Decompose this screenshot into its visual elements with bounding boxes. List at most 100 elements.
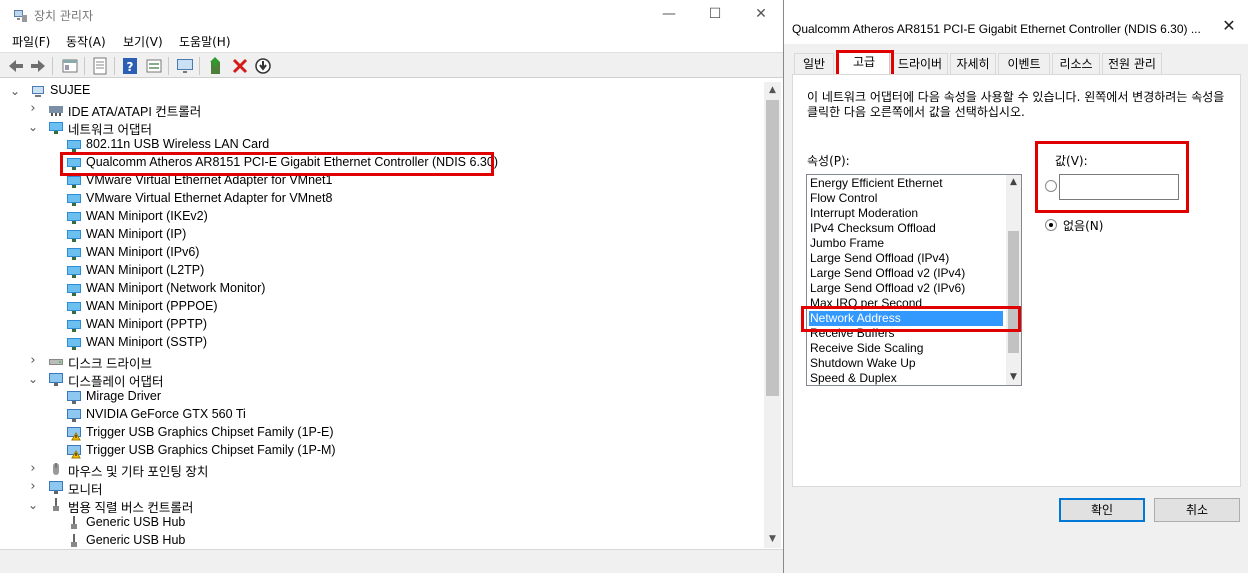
tree-item[interactable]: WAN Miniport (L2TP): [4, 262, 763, 280]
none-radio[interactable]: [1045, 219, 1057, 231]
tree-item[interactable]: WAN Miniport (IP): [4, 226, 763, 244]
property-item[interactable]: Large Send Offload (IPv4): [809, 251, 1003, 266]
dialog-close-button[interactable]: ✕: [1214, 14, 1244, 38]
title-bar[interactable]: 장치 관리자 — ☐ ✕: [0, 0, 784, 30]
tree-item[interactable]: › 마우스 및 기타 포인팅 장치: [4, 460, 763, 480]
tree-item-label: WAN Miniport (L2TP): [86, 263, 205, 277]
property-scrollbar[interactable]: ▲ ▼: [1006, 175, 1021, 385]
expand-chevron-icon[interactable]: ›: [28, 480, 38, 494]
none-label[interactable]: 없음(N): [1063, 217, 1103, 234]
property-listbox[interactable]: Energy Efficient Ethernet Flow Control Int…: [806, 174, 1022, 386]
back-icon[interactable]: [6, 56, 26, 76]
tab-resources[interactable]: 리소스: [1052, 53, 1100, 75]
device-tree[interactable]: ⌄ SUJEE › IDE ATA/ATAPI 컨트롤러 ⌄ 네트워크 어댑터 802.11…: [4, 82, 763, 548]
ok-button[interactable]: 확인: [1059, 498, 1145, 522]
tab-driver[interactable]: 드라이버: [892, 53, 948, 75]
help-icon[interactable]: ?: [120, 56, 140, 76]
property-item[interactable]: Receive Side Scaling: [809, 341, 1003, 356]
property-item[interactable]: Network Address: [809, 311, 1003, 326]
value-input[interactable]: [1059, 174, 1179, 200]
property-item[interactable]: Max IRQ per Second: [809, 296, 1003, 311]
tree-item[interactable]: WAN Miniport (IPv6): [4, 244, 763, 262]
property-item[interactable]: Large Send Offload v2 (IPv6): [809, 281, 1003, 296]
tree-item[interactable]: WAN Miniport (SSTP): [4, 334, 763, 352]
tree-item-label: WAN Miniport (Network Monitor): [86, 281, 266, 295]
tab-general[interactable]: 일반: [794, 53, 834, 75]
tree-item[interactable]: › 디스크 드라이브: [4, 352, 763, 372]
tree-item[interactable]: ⌄ 네트워크 어댑터: [4, 118, 763, 137]
tree-item[interactable]: Trigger USB Graphics Chipset Family (1P-…: [4, 442, 763, 460]
tree-item[interactable]: Mirage Driver: [4, 388, 763, 406]
scroll-down-arrow-icon[interactable]: ▼: [764, 531, 781, 548]
property-item[interactable]: Interrupt Moderation: [809, 206, 1003, 221]
property-item[interactable]: Jumbo Frame: [809, 236, 1003, 251]
usb-icon: [71, 516, 77, 529]
tree-item[interactable]: 802.11n USB Wireless LAN Card: [4, 136, 763, 154]
cancel-button[interactable]: 취소: [1154, 498, 1240, 522]
dialog-title-bar[interactable]: Qualcomm Atheros AR8151 PCI-E Gigabit Et…: [784, 0, 1248, 44]
update-driver-icon[interactable]: [206, 56, 226, 76]
toolbar-separator: [114, 57, 115, 75]
tab-power-management[interactable]: 전원 관리: [1102, 53, 1162, 75]
scroll-up-arrow-icon[interactable]: ▲: [1006, 175, 1021, 190]
collapse-chevron-icon[interactable]: ⌄: [28, 372, 38, 386]
tree-item-label: Trigger USB Graphics Chipset Family (1P-…: [86, 425, 334, 439]
close-button[interactable]: ✕: [738, 0, 784, 30]
tree-item[interactable]: ⌄ 디스플레이 어댑터: [4, 370, 763, 389]
tree-item[interactable]: › IDE ATA/ATAPI 컨트롤러: [4, 100, 763, 120]
tree-item[interactable]: Generic USB Hub: [4, 532, 763, 548]
menu-action[interactable]: 동작(A): [66, 33, 106, 50]
minimize-button[interactable]: —: [646, 0, 692, 30]
monitor-icon[interactable]: [175, 56, 195, 76]
tree-item[interactable]: VMware Virtual Ethernet Adapter for VMne…: [4, 172, 763, 190]
property-item[interactable]: Large Send Offload v2 (IPv4): [809, 266, 1003, 281]
tab-events[interactable]: 이벤트: [998, 53, 1050, 75]
view-icon[interactable]: [144, 56, 164, 76]
scroll-down-arrow-icon[interactable]: ▼: [1006, 370, 1021, 385]
tree-item[interactable]: VMware Virtual Ethernet Adapter for VMne…: [4, 190, 763, 208]
expand-chevron-icon[interactable]: ›: [28, 102, 38, 116]
value-radio[interactable]: [1045, 180, 1057, 192]
tree-item[interactable]: WAN Miniport (PPTP): [4, 316, 763, 334]
properties-icon[interactable]: [90, 56, 110, 76]
property-item[interactable]: Energy Efficient Ethernet: [809, 176, 1003, 191]
expand-chevron-icon[interactable]: ›: [28, 354, 38, 368]
forward-icon[interactable]: [28, 56, 48, 76]
uninstall-icon[interactable]: [230, 56, 250, 76]
show-hide-icon[interactable]: [60, 56, 80, 76]
menu-view[interactable]: 보기(V): [123, 33, 163, 50]
property-item[interactable]: Speed & Duplex: [809, 371, 1003, 385]
tree-item[interactable]: WAN Miniport (IKEv2): [4, 208, 763, 226]
tree-item[interactable]: NVIDIA GeForce GTX 560 Ti: [4, 406, 763, 424]
scrollbar-thumb[interactable]: [1008, 231, 1019, 353]
tab-advanced[interactable]: 고급: [838, 51, 890, 75]
tree-item[interactable]: ⌄ 범용 직렬 버스 컨트롤러: [4, 496, 763, 515]
tab-details[interactable]: 자세히: [950, 53, 996, 75]
collapse-chevron-icon[interactable]: ⌄: [28, 498, 38, 512]
tree-scrollbar[interactable]: ▲ ▼: [764, 82, 781, 548]
status-bar: [0, 549, 783, 573]
disable-icon[interactable]: [253, 56, 273, 76]
net-icon: [67, 230, 81, 242]
property-item[interactable]: Shutdown Wake Up: [809, 356, 1003, 371]
maximize-button[interactable]: ☐: [692, 0, 738, 30]
tree-item[interactable]: ⌄ SUJEE: [4, 82, 763, 100]
collapse-chevron-icon[interactable]: ⌄: [10, 84, 20, 98]
property-item[interactable]: IPv4 Checksum Offload: [809, 221, 1003, 236]
tree-item[interactable]: WAN Miniport (Network Monitor): [4, 280, 763, 298]
net-icon: [67, 140, 81, 152]
tree-item[interactable]: Generic USB Hub: [4, 514, 763, 532]
property-item[interactable]: Flow Control: [809, 191, 1003, 206]
tree-item[interactable]: Trigger USB Graphics Chipset Family (1P-…: [4, 424, 763, 442]
tree-item[interactable]: Qualcomm Atheros AR8151 PCI-E Gigabit Et…: [4, 154, 763, 172]
scrollbar-thumb[interactable]: [766, 100, 779, 396]
property-item[interactable]: Receive Buffers: [809, 326, 1003, 341]
menu-file[interactable]: 파일(F): [12, 33, 50, 50]
tree-item[interactable]: › 모니터: [4, 478, 763, 498]
scroll-up-arrow-icon[interactable]: ▲: [764, 82, 781, 99]
net-icon: [67, 266, 81, 278]
expand-chevron-icon[interactable]: ›: [28, 462, 38, 476]
tree-item[interactable]: WAN Miniport (PPPOE): [4, 298, 763, 316]
collapse-chevron-icon[interactable]: ⌄: [28, 120, 38, 134]
menu-help[interactable]: 도움말(H): [179, 33, 231, 50]
